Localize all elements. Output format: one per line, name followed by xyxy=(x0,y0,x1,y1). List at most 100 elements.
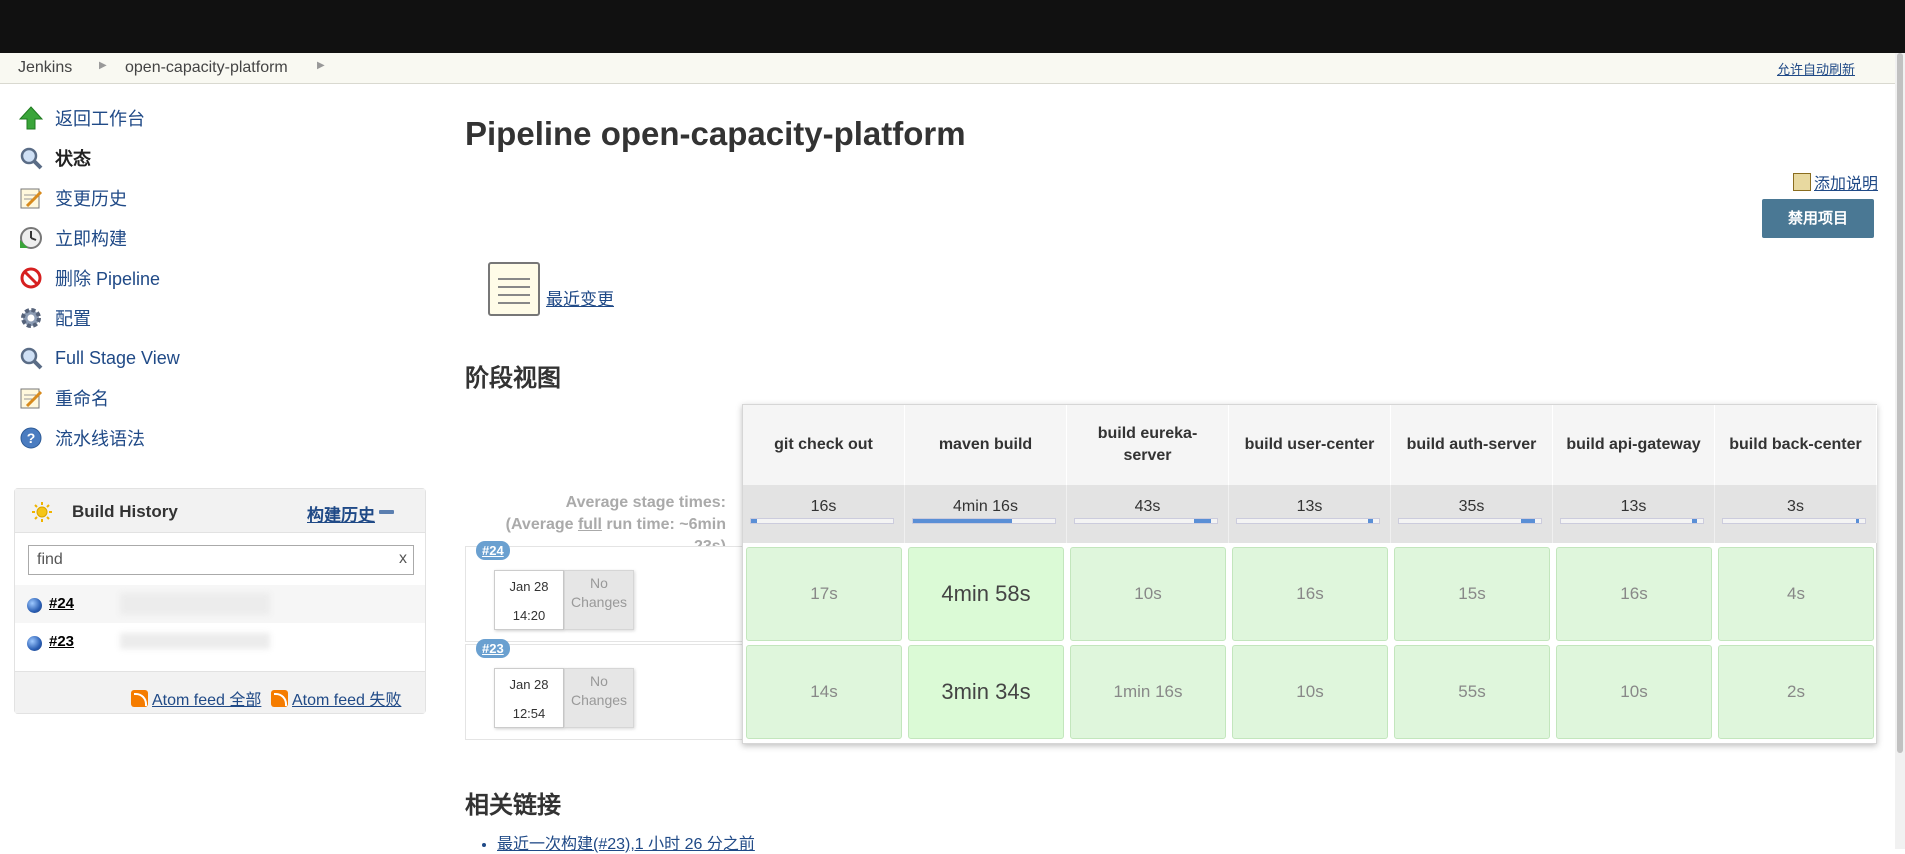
stage-header: build eureka-server xyxy=(1067,405,1229,485)
auto-refresh-link[interactable]: 允许自动刷新 xyxy=(1777,59,1855,78)
avg-line-1: Average stage times: xyxy=(565,494,726,511)
build-row[interactable]: #24 xyxy=(15,585,425,623)
browser-top-bar xyxy=(0,0,1905,53)
recent-changes-label: 最近变更 xyxy=(546,290,614,309)
build-search-input[interactable]: find xyxy=(28,545,414,575)
sidebar-item-rename[interactable]: 重命名 xyxy=(18,383,109,413)
sidebar-item-label: 状态 xyxy=(55,149,91,169)
stage-average-bar xyxy=(1398,518,1542,524)
stage-average: 13s xyxy=(1229,485,1391,543)
last-build-link[interactable]: 最近一次构建(#23),1 小时 26 分之前 xyxy=(497,836,755,853)
notepad-icon xyxy=(18,385,44,411)
sidebar-item-label: 流水线语法 xyxy=(55,429,145,449)
build-history-panel: Build History 构建历史 find x #24 #23 Atom f… xyxy=(14,488,426,714)
breadcrumb: Jenkins ▶ open-capacity-platform ▶ 允许自动刷… xyxy=(0,53,1895,84)
sidebar-item-label: 配置 xyxy=(55,309,91,329)
stage-cell[interactable]: 4s xyxy=(1718,547,1874,641)
stage-cell[interactable]: 55s xyxy=(1394,645,1550,739)
sidebar-item-back-to-dashboard[interactable]: 返回工作台 xyxy=(18,103,145,133)
up-arrow-icon xyxy=(18,105,44,131)
disable-project-button[interactable]: 禁用项目 xyxy=(1762,199,1874,238)
run-changes[interactable]: No Changes xyxy=(564,570,634,630)
sidebar-item-changes[interactable]: 变更历史 xyxy=(18,183,127,213)
stage-cell[interactable]: 10s xyxy=(1232,645,1388,739)
sidebar-item-label: 返回工作台 xyxy=(55,109,145,129)
notepad-icon xyxy=(18,185,44,211)
sidebar-item-pipeline-syntax[interactable]: ? 流水线语法 xyxy=(18,423,145,453)
svg-text:?: ? xyxy=(27,430,36,446)
page-scrollbar[interactable] xyxy=(1895,53,1905,849)
run-badge[interactable]: #24 xyxy=(476,541,510,560)
build-history-trend-link[interactable]: 构建历史 xyxy=(307,501,375,526)
blue-ball-icon xyxy=(27,636,42,651)
run-badge[interactable]: #23 xyxy=(476,639,510,658)
stage-header: build auth-server xyxy=(1391,405,1553,485)
stage-cell[interactable]: 16s xyxy=(1556,547,1712,641)
breadcrumb-chevron-icon[interactable]: ▶ xyxy=(317,60,325,71)
sidebar-item-delete-pipeline[interactable]: 删除 Pipeline xyxy=(18,263,160,293)
stage-average-bar xyxy=(1236,518,1380,524)
atom-feed-all-link[interactable]: Atom feed 全部 xyxy=(131,686,261,710)
stage-average: 16s xyxy=(743,485,905,543)
stage-average-bar xyxy=(750,518,894,524)
edit-icon xyxy=(1793,173,1811,191)
recent-changes-link[interactable]: 最近变更 xyxy=(488,262,614,316)
gear-icon xyxy=(18,305,44,331)
stage-cell[interactable]: 14s xyxy=(746,645,902,739)
build-history-title: Build History xyxy=(72,502,178,521)
stage-average-bar xyxy=(1074,518,1218,524)
rss-icon xyxy=(271,689,288,707)
stage-cell[interactable]: 2s xyxy=(1718,645,1874,739)
stage-cell[interactable]: 1min 16s xyxy=(1070,645,1226,739)
stage-average: 35s xyxy=(1391,485,1553,543)
page-title: Pipeline open-capacity-platform xyxy=(465,115,966,152)
help-icon: ? xyxy=(18,425,44,451)
blue-ball-icon xyxy=(27,598,42,613)
no-entry-icon xyxy=(18,265,44,291)
sidebar-item-full-stage-view[interactable]: Full Stage View xyxy=(18,343,180,373)
stage-cell[interactable]: 3min 34s xyxy=(908,645,1064,739)
sidebar-item-configure[interactable]: 配置 xyxy=(18,303,91,333)
stage-header: build back-center xyxy=(1715,405,1877,485)
rss-icon xyxy=(131,689,148,707)
stage-average: 43s xyxy=(1067,485,1229,543)
magnifier-icon xyxy=(18,345,44,371)
notepad-icon xyxy=(488,262,540,316)
clear-search-icon[interactable]: x xyxy=(399,550,407,568)
stage-cell[interactable]: 10s xyxy=(1556,645,1712,739)
add-description-link[interactable]: 添加说明 xyxy=(1793,170,1878,194)
stage-average-fill xyxy=(913,519,1013,523)
build-row[interactable]: #23 xyxy=(15,623,425,661)
stage-cell[interactable]: 10s xyxy=(1070,547,1226,641)
magnifier-icon xyxy=(18,145,44,171)
stage-cell[interactable]: 17s xyxy=(746,547,902,641)
stage-average-time: 13s xyxy=(1296,498,1323,515)
atom-feed-failed-link[interactable]: Atom feed 失败 xyxy=(271,686,401,710)
stage-average-fill xyxy=(1521,519,1536,523)
collapse-icon[interactable] xyxy=(379,510,394,514)
stage-header: build user-center xyxy=(1229,405,1391,485)
stage-cell[interactable]: 4min 58s xyxy=(908,547,1064,641)
breadcrumb-job[interactable]: open-capacity-platform xyxy=(125,59,288,77)
sidebar-item-label: Full Stage View xyxy=(55,347,180,368)
sidebar-item-status[interactable]: 状态 xyxy=(18,143,91,173)
stage-average-time: 3s xyxy=(1787,498,1804,515)
stage-cell[interactable]: 16s xyxy=(1232,547,1388,641)
stage-view-table: git check out 16s 17s 14s maven build 4min 16… xyxy=(742,404,1877,744)
build-number-link[interactable]: #23 xyxy=(49,633,74,650)
run-date-time: 12:54 xyxy=(512,706,546,721)
sidebar-item-label: 立即构建 xyxy=(55,229,127,249)
stage-view-heading: 阶段视图 xyxy=(465,365,561,392)
scrollbar-thumb[interactable] xyxy=(1897,53,1903,753)
build-number-link[interactable]: #24 xyxy=(49,595,74,612)
breadcrumb-jenkins[interactable]: Jenkins xyxy=(18,59,72,77)
stage-cell[interactable]: 15s xyxy=(1394,547,1550,641)
stage-average-time: 13s xyxy=(1620,498,1647,515)
stage-average-fill xyxy=(1367,519,1374,523)
related-links-list: 最近一次构建(#23),1 小时 26 分之前 xyxy=(497,830,755,854)
sidebar-item-build-now[interactable]: 立即构建 xyxy=(18,223,127,253)
redacted-date xyxy=(120,633,270,649)
run-changes[interactable]: No Changes xyxy=(564,668,634,728)
full-run-link[interactable]: full xyxy=(578,516,602,533)
redacted-date xyxy=(120,593,270,615)
